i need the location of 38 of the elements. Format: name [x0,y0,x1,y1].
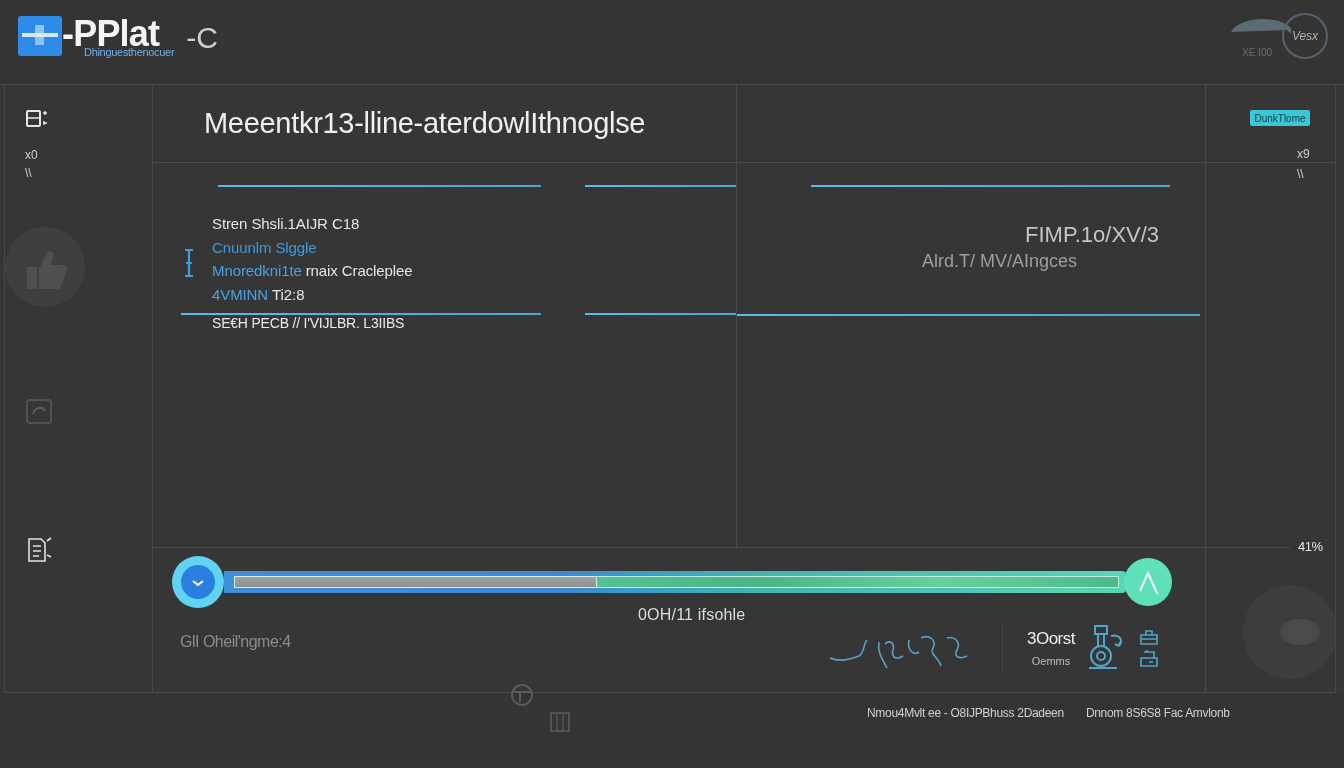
brand-suffix: -C [186,22,218,54]
scale-label: \\ [1297,168,1304,181]
detail-text: Stren Shsli.1AIJR C18 [212,214,361,234]
chevron-down-icon [181,565,215,599]
grid-icon [549,711,571,733]
slider-track[interactable] [234,576,1119,588]
boxes-icon [1139,649,1159,667]
footer-text: Nmou4Mvlt ee - O8IJPBhuss 2Dadeen [867,706,1064,720]
slider-caption: 0OH/11 ifsohle [638,606,746,624]
scale-label: x0 [25,149,38,162]
detail-text: Cnuunlm Slggle [212,237,318,258]
header-button[interactable]: Vesx [1282,13,1328,59]
logo-icon [18,16,62,56]
circle-icon [508,684,536,706]
footer-text: Dnnom 8S6S8 Fac Amvlonb [1085,706,1230,720]
stat-label: Oemms [1031,655,1071,668]
bracket-icon [184,248,194,278]
note-text: GlI Oheil'ngme:4 [180,633,291,650]
detail-text: SE€H PECB // I'VIJLBR. L3IIBS [212,316,405,330]
percent-reading: 41% [1298,540,1323,554]
table-icon [26,108,48,130]
box-icon [1139,630,1159,645]
stat-value: 3Oorst [1026,629,1075,649]
panel-title: Meeentkr13-lline-aterdowlIthnoglse [204,107,646,140]
summary-code: FIMP.1o/XV/3 [1025,223,1160,247]
action-button[interactable]: DunkTlome [1250,110,1310,126]
scale-label: x9 [1297,148,1310,161]
end-handle[interactable] [1124,558,1172,606]
start-handle[interactable] [172,556,224,608]
window-icon [25,398,53,425]
dome-icon [1230,18,1292,34]
detail-text: 4VMINN Ti2:8 [212,284,306,305]
caret-up-icon [1137,570,1159,594]
scale-label: \\ [25,167,32,180]
summary-text: Alrd.T/ MV/AIngces [922,250,1078,272]
document-icon [25,535,53,565]
detail-text: Mnoredkni1te rnaix Cracleplee [212,261,413,281]
brand-tagline: Dhinguesthenocuer [84,46,175,58]
